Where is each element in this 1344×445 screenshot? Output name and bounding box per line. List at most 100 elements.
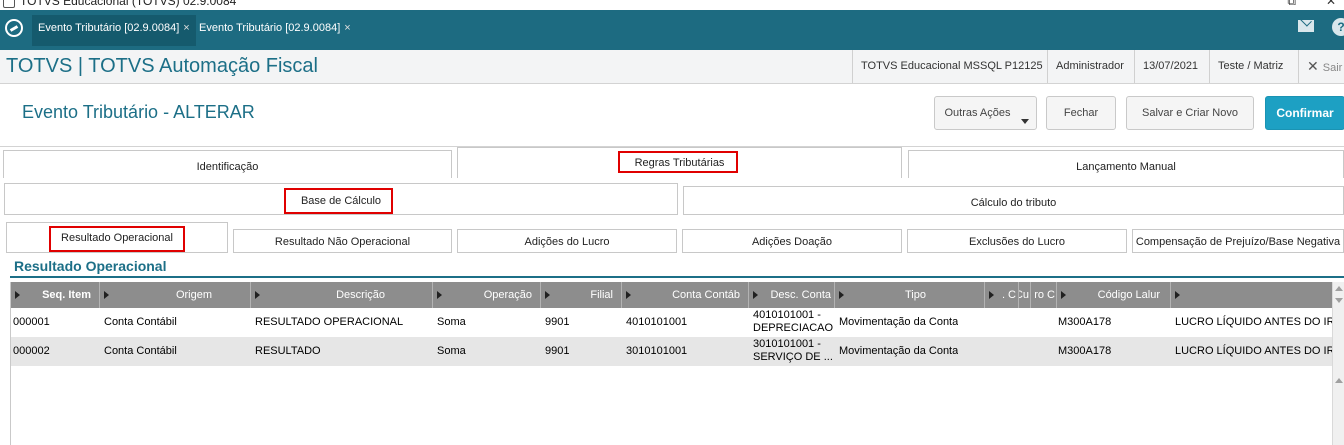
tab-resultado-nao-operacional[interactable]: Resultado Não Operacional	[233, 229, 452, 253]
cell-tipo: Movimentação da Conta	[839, 316, 959, 328]
scroll-up-icon[interactable]	[1335, 286, 1343, 291]
tab-label: Evento Tributário [02.9.0084]	[199, 22, 341, 34]
tab-label: Compensação de Prejuízo/Base Negativa	[1135, 236, 1341, 248]
column-header-origem[interactable]: Origem	[100, 282, 251, 308]
tab-label: Lançamento Manual	[1076, 161, 1176, 173]
page-title: Evento Tributário - ALTERAR	[22, 102, 255, 122]
close-icon: ✕	[1307, 58, 1319, 74]
other-actions-button[interactable]: Outras Ações	[934, 96, 1037, 130]
cell-desc-conta-line2: DEPRECIACAO	[753, 322, 834, 334]
tab-evento-tributario-2[interactable]: Evento Tributário [02.9.0084] ×	[193, 15, 357, 46]
cell-desc-conta: 4010101001 - DEPRECIACAO	[753, 308, 835, 337]
cell-descricao: RESULTADO	[255, 345, 321, 357]
close-window-icon[interactable]: ✕	[1326, 0, 1336, 8]
data-grid: Seq. Item Origem Descrição Operação Fili…	[10, 282, 1333, 445]
tab-calculo-do-tributo[interactable]: Cálculo do tributo	[683, 186, 1344, 215]
cell-origem: Conta Contábil	[104, 316, 177, 328]
other-actions-label: Outras Ações	[944, 107, 1011, 119]
company-label[interactable]: Teste / Matriz	[1209, 50, 1291, 83]
column-header-tipo[interactable]: Tipo	[835, 282, 985, 308]
cell-extra: LUCRO LÍQUIDO ANTES DO IRPJ	[1175, 316, 1333, 328]
cell-desc-conta-line1: 3010101001 -	[753, 338, 821, 350]
cell-tipo: Movimentação da Conta	[839, 345, 959, 357]
column-header-col-13[interactable]	[1171, 282, 1333, 308]
column-header-codigo-lalur[interactable]: Código Lalur	[1057, 282, 1171, 308]
column-header-descricao[interactable]: Descrição	[251, 282, 433, 308]
column-arrow-icon	[989, 291, 994, 299]
date-label: 13/07/2021	[1134, 50, 1206, 83]
tab-lancamento-manual[interactable]: Lançamento Manual	[908, 150, 1344, 178]
cell-filial: 9901	[545, 345, 570, 357]
column-header-desc-conta[interactable]: Desc. Conta	[749, 282, 835, 308]
column-arrow-icon	[753, 291, 758, 299]
app-icon	[3, 0, 15, 8]
cell-operacao: Soma	[437, 345, 466, 357]
help-icon[interactable]: ?	[1332, 18, 1344, 36]
column-arrow-icon	[1061, 291, 1066, 299]
tab-adicoes-doacao[interactable]: Adições Doação	[682, 229, 902, 253]
cell-desc-conta-line1: 4010101001 -	[753, 309, 821, 321]
cell-conta: 3010101001	[626, 345, 688, 357]
column-arrow-icon	[839, 291, 844, 299]
column-header-seq-item[interactable]: Seq. Item	[11, 282, 100, 308]
table-row[interactable]: 000001 Conta Contábil RESULTADO OPERACIO…	[11, 308, 1333, 337]
tab-exclusoes-do-lucro[interactable]: Exclusões do Lucro	[907, 229, 1127, 253]
section-title: Resultado Operacional	[14, 258, 167, 274]
tab-label: Cálculo do tributo	[970, 197, 1057, 209]
vertical-scrollbar[interactable]	[1332, 282, 1344, 445]
grid-header: Seq. Item Origem Descrição Operação Fili…	[11, 282, 1333, 308]
cell-seq: 000002	[13, 345, 50, 357]
column-arrow-icon	[255, 291, 260, 299]
column-header-conta-contab[interactable]: Conta Contáb	[622, 282, 749, 308]
cell-desc-conta-line2: SERVIÇO DE ...	[753, 351, 833, 363]
tab-close-icon[interactable]: ×	[183, 22, 189, 34]
column-arrow-icon	[104, 291, 109, 299]
cell-descricao: RESULTADO OPERACIONAL	[255, 316, 404, 328]
table-row[interactable]: 000002 Conta Contábil RESULTADO Soma 990…	[11, 337, 1333, 366]
tab-label: Base de Cálculo	[300, 195, 382, 207]
column-header-col-11[interactable]: ro C	[1031, 282, 1057, 308]
tab-label: Evento Tributário [02.9.0084]	[38, 22, 180, 34]
cell-origem: Conta Contábil	[104, 345, 177, 357]
tab-label: Resultado Operacional	[61, 232, 173, 244]
tab-base-de-calculo[interactable]: Base de Cálculo	[4, 183, 678, 215]
logout-button[interactable]: ✕ Sair	[1298, 50, 1342, 83]
environment-label: TOTVS Educacional MSSQL P12125	[852, 50, 1051, 83]
tab-identificacao[interactable]: Identificação	[3, 150, 452, 178]
column-header-operacao[interactable]: Operação	[433, 282, 541, 308]
tab-label: Regras Tributárias	[634, 157, 725, 169]
tab-compensacao-prejuizo[interactable]: Compensação de Prejuízo/Base Negativa	[1132, 229, 1344, 253]
tab-label: Adições Doação	[751, 236, 833, 248]
column-arrow-icon	[545, 291, 550, 299]
cell-conta: 4010101001	[626, 316, 688, 328]
tab-resultado-operacional[interactable]: Resultado Operacional	[6, 222, 228, 253]
tab-label: Resultado Não Operacional	[274, 236, 411, 248]
scroll-up-icon[interactable]	[1335, 378, 1343, 383]
column-arrow-icon	[1175, 291, 1180, 299]
tab-regras-tributarias[interactable]: Regras Tributárias	[457, 147, 902, 178]
window-title: TOTVS Educacional (TOTVS) 02.9.0084	[20, 0, 237, 8]
top-tab-bar: Evento Tributário [02.9.0084] × Evento Tr…	[0, 10, 1344, 46]
tab-label: Adições do Lucro	[524, 236, 610, 248]
scroll-down-icon[interactable]	[1335, 298, 1343, 303]
tab-adicoes-do-lucro[interactable]: Adições do Lucro	[457, 229, 677, 253]
column-header-col-9[interactable]: . C	[985, 282, 1019, 308]
mail-icon[interactable]	[1298, 20, 1314, 32]
cell-lalur: M300A178	[1058, 345, 1112, 357]
user-label[interactable]: Administrador	[1047, 50, 1132, 83]
tab-close-icon[interactable]: ×	[344, 22, 350, 34]
window-titlebar: TOTVS Educacional (TOTVS) 02.9.0084 ⧉ ✕	[0, 0, 1344, 10]
save-and-new-button[interactable]: Salvar e Criar Novo	[1126, 96, 1254, 130]
totvs-logo-icon[interactable]	[5, 19, 23, 37]
confirm-button[interactable]: Confirmar	[1265, 96, 1344, 130]
tab-evento-tributario-1[interactable]: Evento Tributário [02.9.0084] ×	[32, 15, 196, 46]
logout-label: Sair	[1322, 62, 1343, 74]
restore-window-icon[interactable]: ⧉	[1287, 0, 1296, 9]
column-header-col-10[interactable]: Cu	[1019, 282, 1031, 308]
column-header-filial[interactable]: Filial	[541, 282, 622, 308]
cell-extra: LUCRO LÍQUIDO ANTES DO IRPJ	[1175, 345, 1333, 357]
column-arrow-icon	[626, 291, 631, 299]
cell-operacao: Soma	[437, 316, 466, 328]
column-arrow-icon	[437, 291, 442, 299]
close-button[interactable]: Fechar	[1046, 96, 1116, 130]
